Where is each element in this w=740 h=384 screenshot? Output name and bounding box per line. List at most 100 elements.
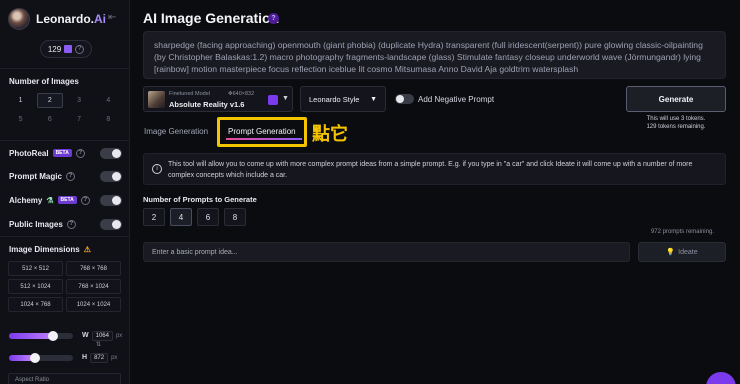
chat-bubble-button[interactable] — [706, 372, 736, 384]
negative-prompt-toggle[interactable] — [395, 94, 414, 104]
style-value: Leonardo Style — [309, 94, 360, 104]
help-icon[interactable]: ? — [268, 13, 279, 24]
dimension-option[interactable]: 1024 × 768 — [8, 297, 63, 312]
beta-badge: BETA — [57, 196, 77, 204]
basic-prompt-input[interactable]: Enter a basic prompt idea... — [143, 242, 630, 262]
public-images-toggle[interactable] — [100, 218, 122, 230]
info-icon[interactable]: ? — [80, 195, 90, 205]
info-icon: i — [152, 164, 162, 174]
info-icon[interactable]: ? — [75, 148, 85, 158]
chevron-down-icon: ▼ — [282, 95, 289, 102]
prompts-remaining: 972 prompts remaining. — [650, 229, 714, 235]
height-field: H 872 px — [82, 351, 120, 364]
brand[interactable]: Leonardo.Ai — [8, 8, 106, 30]
ideate-button[interactable]: 💡 Ideate — [638, 242, 726, 262]
info-icon[interactable]: ? — [66, 219, 76, 229]
image-count-option[interactable]: 7 — [67, 112, 92, 127]
tutorial-highlight-box — [217, 117, 307, 147]
height-input[interactable]: 872 — [90, 352, 109, 363]
model-caption: Finetuned Model — [169, 91, 210, 97]
prompt-magic-row: Prompt Magic ? — [9, 169, 122, 183]
model-size: ✥640×832 — [228, 91, 255, 97]
public-images-row: Public Images ? — [9, 217, 122, 231]
height-label: H — [82, 354, 88, 361]
prompts-count-options: 2 4 6 8 — [143, 208, 246, 226]
info-text: This tool will allow you to come up with… — [168, 161, 693, 179]
flask-icon: ⚗ — [46, 195, 54, 205]
width-slider[interactable] — [9, 331, 73, 341]
model-select[interactable]: Finetuned Model ✥640×832 Absolute Realit… — [143, 86, 293, 112]
aspect-ratio-select[interactable]: Aspect Ratio — [8, 373, 121, 384]
dimensions-grid: 512 × 512 768 × 768 512 × 1024 768 × 102… — [8, 261, 121, 312]
prompt-textarea[interactable]: sharpedge (facing approaching) openmouth… — [143, 31, 726, 79]
height-slider[interactable] — [9, 353, 73, 363]
divider — [0, 68, 130, 69]
dimension-option[interactable]: 1024 × 1024 — [66, 297, 121, 312]
info-icon[interactable]: ? — [65, 171, 75, 181]
warning-icon: ⚠ — [83, 244, 91, 254]
prompt-magic-toggle[interactable] — [100, 170, 122, 182]
dimension-option[interactable]: 768 × 1024 — [66, 279, 121, 294]
prompts-count-option[interactable]: 2 — [143, 208, 165, 226]
width-input[interactable]: 1064 — [91, 330, 113, 341]
alchemy-label: Alchemy — [9, 195, 43, 205]
tokens-remaining-note: 129 tokens remaining. — [646, 124, 706, 130]
alchemy-toggle[interactable] — [100, 194, 122, 206]
height-unit: px — [111, 354, 118, 361]
dimension-option[interactable]: 512 × 1024 — [8, 279, 63, 294]
image-count-option-selected[interactable]: 2 — [37, 93, 63, 108]
chevron-down-icon: ▼ — [370, 95, 377, 103]
sidebar: Leonardo.Ai ⇤ 129 ? Number of Images 1 2… — [0, 0, 130, 384]
number-of-images-grid: 1 2 3 4 5 6 7 8 — [8, 93, 121, 127]
generate-button[interactable]: Generate — [626, 86, 726, 112]
width-label: W — [82, 332, 89, 339]
image-count-option[interactable]: 3 — [67, 93, 92, 108]
lightbulb-icon: 💡 — [666, 249, 676, 256]
divider — [0, 140, 130, 141]
token-balance[interactable]: 129 ? — [40, 40, 92, 58]
width-unit: px — [115, 332, 123, 339]
model-settings-icon[interactable] — [268, 95, 278, 105]
divider — [0, 236, 130, 237]
image-dimensions-row: Image Dimensions ⚠ — [9, 242, 122, 256]
alchemy-row: Alchemy ⚗ BETA ? — [9, 193, 122, 207]
token-cost-note: This will use 3 tokens. — [646, 116, 706, 122]
image-count-option[interactable]: 6 — [37, 112, 62, 127]
model-thumbnail — [148, 91, 165, 108]
swap-dimensions-icon[interactable]: ⇅ — [96, 341, 101, 348]
photoreal-row: PhotoReal BETA ? — [9, 146, 122, 160]
image-count-option[interactable]: 4 — [96, 93, 121, 108]
photoreal-toggle[interactable] — [100, 147, 122, 159]
prompts-count-option[interactable]: 6 — [197, 208, 219, 226]
info-icon[interactable]: ? — [75, 44, 85, 54]
number-of-images-title: Number of Images — [9, 77, 79, 86]
dimension-option[interactable]: 768 × 768 — [66, 261, 121, 276]
image-count-option[interactable]: 1 — [8, 93, 33, 108]
brand-name: Leonardo.Ai — [36, 12, 107, 26]
style-select[interactable]: Leonardo Style ▼ — [300, 86, 386, 112]
collapse-sidebar-icon[interactable]: ⇤ — [108, 12, 122, 24]
image-count-option[interactable]: 5 — [8, 112, 33, 127]
negative-prompt-label: Add Negative Prompt — [418, 95, 495, 104]
token-count: 129 — [47, 44, 62, 54]
image-count-option[interactable]: 8 — [96, 112, 121, 127]
height-slider-handle[interactable] — [29, 353, 40, 363]
prompts-count-label: Number of Prompts to Generate — [143, 195, 257, 204]
photoreal-label: PhotoReal — [9, 148, 49, 158]
tab-image-generation[interactable]: Image Generation — [144, 127, 208, 136]
prompts-count-option[interactable]: 8 — [224, 208, 246, 226]
prompt-magic-label: Prompt Magic — [9, 171, 62, 181]
avatar[interactable] — [8, 8, 30, 30]
public-images-label: Public Images — [9, 219, 63, 229]
prompts-count-option-selected[interactable]: 4 — [170, 208, 192, 226]
width-slider-handle[interactable] — [47, 331, 58, 341]
tutorial-annotation: 點它 — [312, 124, 348, 145]
info-banner: i This tool will allow you to come up wi… — [143, 153, 726, 185]
image-dimensions-title: Image Dimensions — [9, 244, 80, 254]
beta-badge: BETA — [52, 149, 72, 157]
dimension-option[interactable]: 512 × 512 — [8, 261, 63, 276]
model-name: Absolute Reality v1.6 — [169, 100, 245, 109]
page-title: AI Image Generation — [143, 10, 280, 26]
ideate-label: Ideate — [678, 248, 698, 256]
token-icon — [64, 45, 73, 53]
